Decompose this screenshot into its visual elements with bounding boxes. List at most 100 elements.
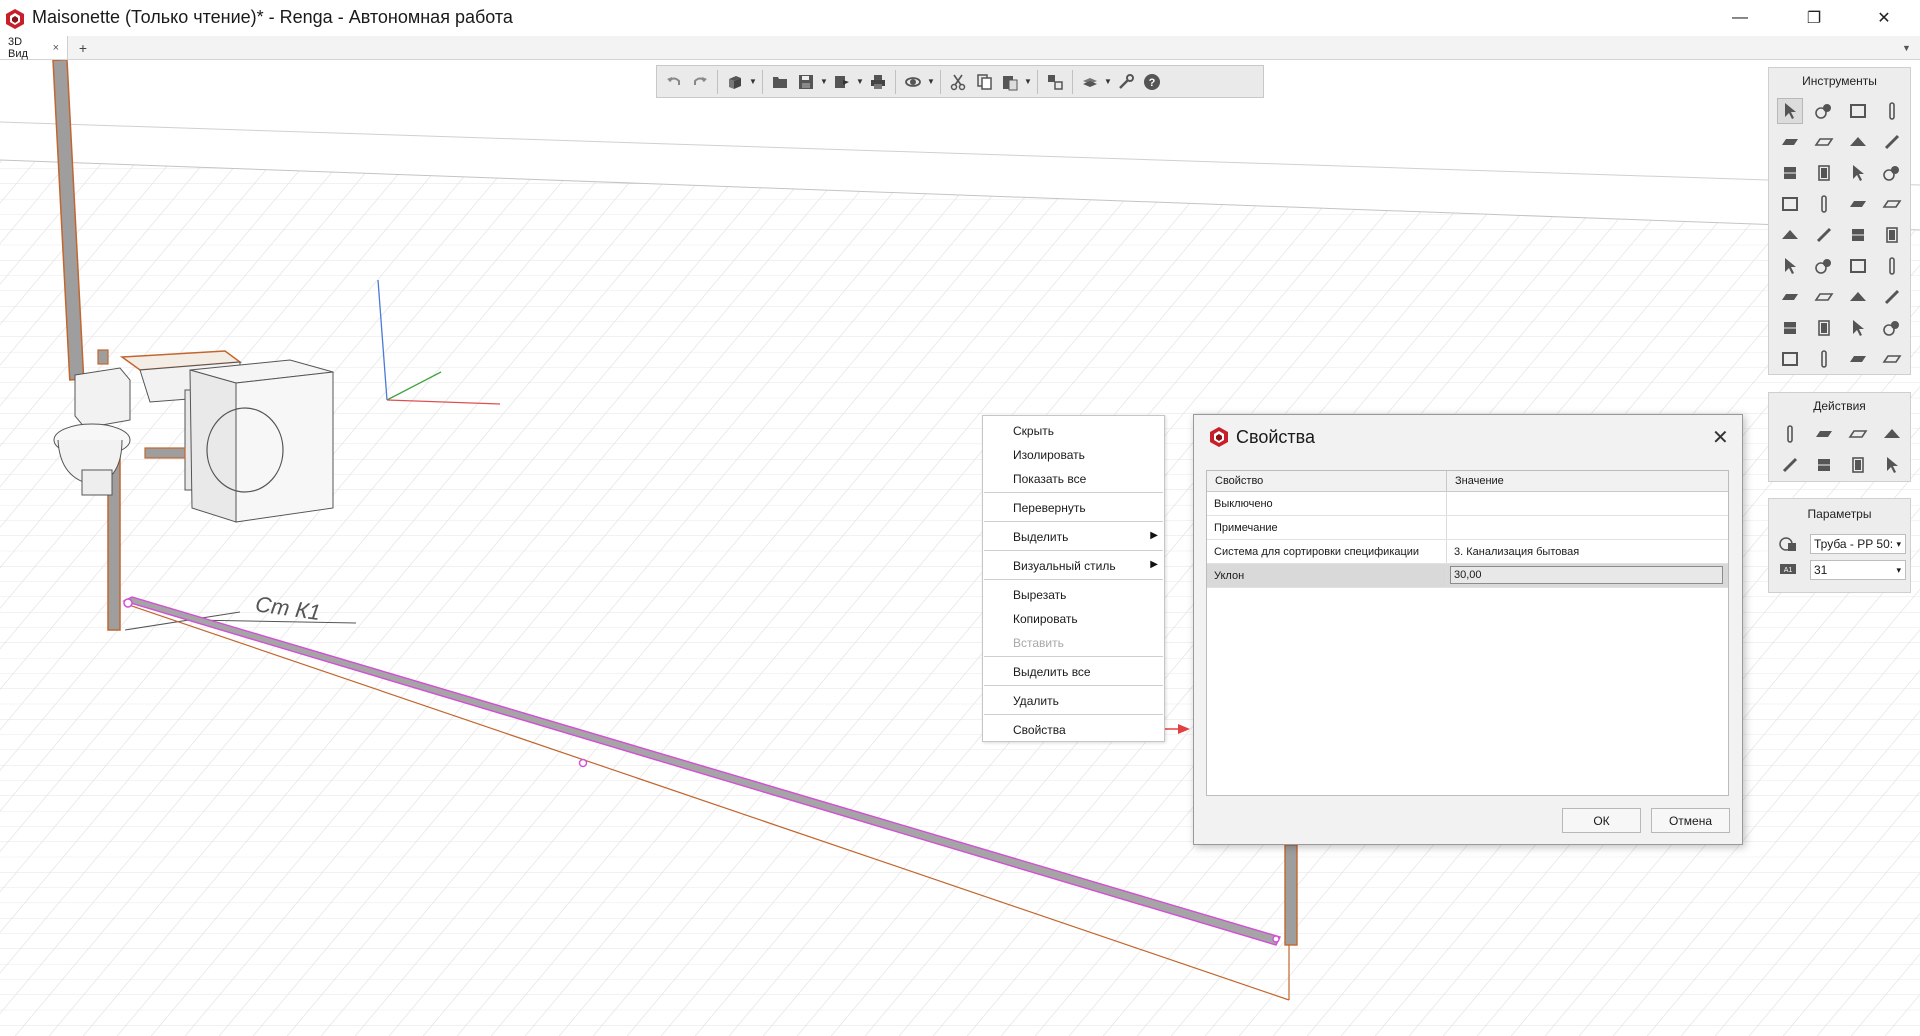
dialog-close-button[interactable]: ✕ bbox=[1712, 425, 1729, 450]
electrical-button[interactable] bbox=[1845, 222, 1871, 248]
level-select[interactable]: 31 ▾ bbox=[1810, 560, 1906, 580]
outlet-button[interactable] bbox=[1879, 253, 1905, 279]
equipment-button[interactable] bbox=[1845, 191, 1871, 217]
3d-view-button[interactable] bbox=[722, 69, 748, 95]
property-value[interactable] bbox=[1447, 492, 1728, 515]
undo-button[interactable] bbox=[661, 69, 687, 95]
washing-machine-fixture[interactable] bbox=[189, 359, 334, 523]
add-tab-button[interactable]: + bbox=[72, 36, 94, 59]
maximize-button[interactable]: ❐ bbox=[1786, 0, 1842, 36]
select-button[interactable] bbox=[1777, 98, 1803, 124]
save-button[interactable] bbox=[793, 69, 819, 95]
settings-button[interactable] bbox=[1113, 69, 1139, 95]
export-button[interactable] bbox=[829, 69, 855, 95]
tab-bar: 3D Вид × bbox=[0, 36, 1920, 60]
redo-button[interactable] bbox=[687, 69, 713, 95]
floor-button[interactable] bbox=[1777, 129, 1803, 155]
print-button[interactable] bbox=[865, 69, 891, 95]
light-fixture-button[interactable] bbox=[1811, 284, 1837, 310]
panel-button[interactable] bbox=[1879, 284, 1905, 310]
property-value[interactable]: 3. Канализация бытовая bbox=[1447, 540, 1728, 563]
switch-button[interactable] bbox=[1845, 284, 1871, 310]
table-row[interactable]: Выключено bbox=[1207, 492, 1728, 516]
column-button[interactable] bbox=[1879, 98, 1905, 124]
menu-item-select-all[interactable]: Выделить все bbox=[1013, 665, 1091, 679]
duct-accessory-button[interactable] bbox=[1811, 253, 1837, 279]
leader-button[interactable] bbox=[1811, 346, 1837, 372]
dimension-button[interactable] bbox=[1777, 346, 1803, 372]
cabinet-button[interactable] bbox=[1777, 315, 1803, 341]
edit-profile-button[interactable] bbox=[1879, 452, 1905, 478]
menu-item-properties[interactable]: Свойства bbox=[1013, 723, 1066, 737]
menu-item-delete[interactable]: Удалить bbox=[1013, 694, 1059, 708]
views-dropdown-icon[interactable]: ▼ bbox=[1103, 69, 1113, 95]
door-button[interactable] bbox=[1879, 160, 1905, 186]
menu-item-isolate[interactable]: Изолировать bbox=[1013, 448, 1085, 462]
sensor-button[interactable] bbox=[1845, 315, 1871, 341]
copy-button[interactable] bbox=[971, 69, 997, 95]
text-button[interactable] bbox=[1879, 346, 1905, 372]
menu-item-visual-style[interactable]: Визуальный стиль bbox=[1013, 559, 1116, 573]
move-button[interactable] bbox=[1777, 421, 1803, 447]
orbit-dropdown-icon[interactable]: ▼ bbox=[926, 69, 936, 95]
mirror-button[interactable] bbox=[1879, 421, 1905, 447]
line-button[interactable] bbox=[1811, 191, 1837, 217]
property-value[interactable] bbox=[1447, 516, 1728, 539]
menu-item-hide[interactable]: Скрыть bbox=[1013, 424, 1054, 438]
hatch-button[interactable] bbox=[1845, 346, 1871, 372]
table-row[interactable]: Примечание bbox=[1207, 516, 1728, 540]
orbit-button[interactable] bbox=[900, 69, 926, 95]
stair-button[interactable] bbox=[1777, 160, 1803, 186]
ok-button[interactable]: ОК bbox=[1562, 808, 1641, 833]
array-button[interactable] bbox=[1845, 421, 1871, 447]
slab-button[interactable] bbox=[1811, 129, 1837, 155]
stretch-button[interactable] bbox=[1811, 452, 1837, 478]
rotate-button[interactable] bbox=[1811, 421, 1837, 447]
duct-button[interactable] bbox=[1879, 222, 1905, 248]
3d-view-dropdown-icon[interactable]: ▼ bbox=[748, 69, 758, 95]
terminal-button[interactable] bbox=[1811, 315, 1837, 341]
tab-close-icon[interactable]: × bbox=[53, 42, 59, 54]
beam-button[interactable] bbox=[1879, 129, 1905, 155]
save-dropdown-icon[interactable]: ▼ bbox=[819, 69, 829, 95]
pipe-button[interactable] bbox=[1879, 191, 1905, 217]
menu-item-show-all[interactable]: Показать все bbox=[1013, 472, 1086, 486]
pipe-accessory-button[interactable] bbox=[1777, 253, 1803, 279]
roof-button[interactable] bbox=[1845, 129, 1871, 155]
views-button[interactable] bbox=[1077, 69, 1103, 95]
menu-item-flip[interactable]: Перевернуть bbox=[1013, 501, 1086, 515]
tab-list-chevron-icon[interactable]: ▼ bbox=[1902, 36, 1916, 59]
minimize-button[interactable]: — bbox=[1712, 0, 1768, 36]
wall-mount-button[interactable] bbox=[1879, 315, 1905, 341]
align-button[interactable] bbox=[1777, 452, 1803, 478]
room-button[interactable] bbox=[1845, 98, 1871, 124]
cut-button[interactable] bbox=[945, 69, 971, 95]
window-button[interactable] bbox=[1845, 160, 1871, 186]
assembly-button[interactable] bbox=[1811, 98, 1837, 124]
export-dropdown-icon[interactable]: ▼ bbox=[855, 69, 865, 95]
slope-value-input[interactable]: 30,00 bbox=[1450, 566, 1723, 584]
menu-item-cut[interactable]: Вырезать bbox=[1013, 588, 1066, 602]
match-properties-button[interactable] bbox=[1042, 69, 1068, 95]
railing-button[interactable] bbox=[1777, 191, 1803, 217]
menu-item-copy[interactable]: Копировать bbox=[1013, 612, 1078, 626]
column-header-value[interactable]: Значение bbox=[1447, 471, 1728, 492]
ramp-button[interactable] bbox=[1811, 160, 1837, 186]
break-button[interactable] bbox=[1845, 452, 1871, 478]
pipe-style-select[interactable]: Труба - PP 50: ▾ bbox=[1810, 534, 1906, 554]
help-button[interactable]: ? bbox=[1139, 69, 1165, 95]
close-window-button[interactable]: ✕ bbox=[1856, 0, 1912, 36]
paste-dropdown-icon[interactable]: ▼ bbox=[1023, 69, 1033, 95]
cancel-button[interactable]: Отмена bbox=[1651, 808, 1730, 833]
valve-button[interactable] bbox=[1777, 284, 1803, 310]
menu-item-select[interactable]: Выделить bbox=[1013, 530, 1068, 544]
tab-3d-view[interactable]: 3D Вид × bbox=[0, 36, 68, 60]
wiring-button[interactable] bbox=[1845, 253, 1871, 279]
table-row-selected[interactable]: Уклон 30,00 bbox=[1207, 564, 1728, 588]
open-button[interactable] bbox=[767, 69, 793, 95]
plumbing-fixture-button[interactable] bbox=[1777, 222, 1803, 248]
paste-button[interactable] bbox=[997, 69, 1023, 95]
table-row[interactable]: Система для сортировки спецификации 3. К… bbox=[1207, 540, 1728, 564]
column-header-property[interactable]: Свойство bbox=[1207, 471, 1447, 492]
mechanical-equipment-button[interactable] bbox=[1811, 222, 1837, 248]
